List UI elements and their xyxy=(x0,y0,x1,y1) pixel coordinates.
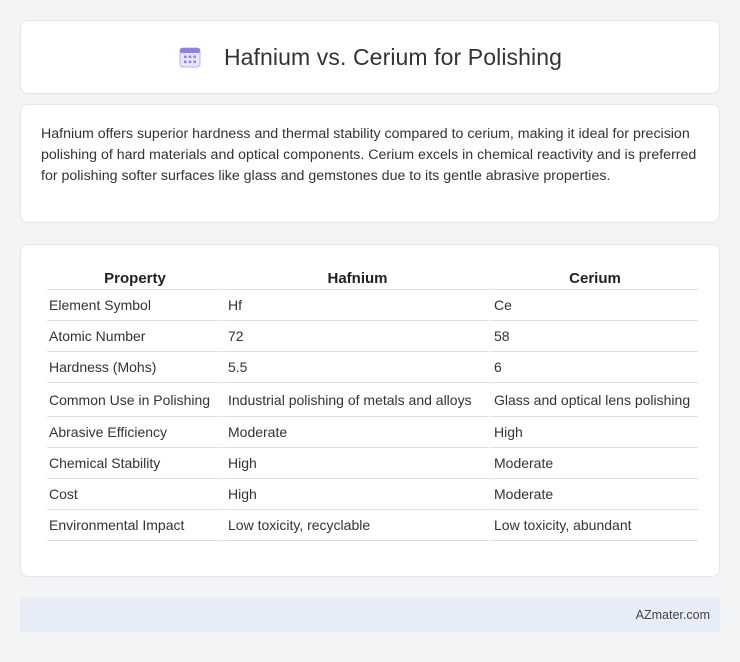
title-card: Hafnium vs. Cerium for Polishing xyxy=(20,20,720,94)
hafnium-cell: High xyxy=(223,479,489,510)
property-cell: Cost xyxy=(47,479,223,510)
summary-card: Hafnium offers superior hardness and the… xyxy=(20,104,720,223)
column-header-hafnium: Hafnium xyxy=(223,267,489,290)
column-header-cerium: Cerium xyxy=(489,267,698,290)
property-cell: Atomic Number xyxy=(47,321,223,352)
hafnium-cell: 5.5 xyxy=(223,352,489,383)
table-row: Cost High Moderate xyxy=(47,479,698,510)
hafnium-cell: Hf xyxy=(223,290,489,321)
cerium-cell: Moderate xyxy=(489,479,698,510)
hafnium-cell: 72 xyxy=(223,321,489,352)
cerium-cell: High xyxy=(489,417,698,448)
table-row: Chemical Stability High Moderate xyxy=(47,448,698,479)
footer: AZmater.com xyxy=(20,598,720,632)
hafnium-cell: Moderate xyxy=(223,417,489,448)
cerium-cell: 58 xyxy=(489,321,698,352)
calendar-icon xyxy=(179,47,201,68)
cerium-cell: Moderate xyxy=(489,448,698,479)
property-cell: Environmental Impact xyxy=(47,510,223,541)
table-row: Environmental Impact Low toxicity, recyc… xyxy=(47,510,698,541)
table-row: Hardness (Mohs) 5.5 6 xyxy=(47,352,698,383)
hafnium-cell: Low toxicity, recyclable xyxy=(223,510,489,541)
summary-text: Hafnium offers superior hardness and the… xyxy=(41,126,697,184)
footer-site-link[interactable]: AZmater.com xyxy=(636,608,710,622)
cerium-cell: 6 xyxy=(489,352,698,383)
title-wrap: Hafnium vs. Cerium for Polishing xyxy=(178,44,562,71)
table-card: Property Hafnium Cerium Element Symbol H… xyxy=(20,244,720,577)
cerium-cell: Ce xyxy=(489,290,698,321)
property-cell: Hardness (Mohs) xyxy=(47,352,223,383)
table-row: Atomic Number 72 58 xyxy=(47,321,698,352)
property-cell: Chemical Stability xyxy=(47,448,223,479)
cerium-cell: Low toxicity, abundant xyxy=(489,510,698,541)
property-cell: Element Symbol xyxy=(47,290,223,321)
column-header-property: Property xyxy=(47,267,223,290)
hafnium-cell: Industrial polishing of metals and alloy… xyxy=(223,383,489,417)
table-row: Element Symbol Hf Ce xyxy=(47,290,698,321)
cerium-cell: Glass and optical lens polishing xyxy=(489,383,698,417)
comparison-table: Property Hafnium Cerium Element Symbol H… xyxy=(47,267,698,541)
property-cell: Abrasive Efficiency xyxy=(47,417,223,448)
hafnium-cell: High xyxy=(223,448,489,479)
page-title: Hafnium vs. Cerium for Polishing xyxy=(223,43,563,70)
property-cell: Common Use in Polishing xyxy=(47,383,223,417)
table-row: Abrasive Efficiency Moderate High xyxy=(47,417,698,448)
table-row: Common Use in Polishing Industrial polis… xyxy=(47,383,698,417)
table-header-row: Property Hafnium Cerium xyxy=(47,267,698,290)
